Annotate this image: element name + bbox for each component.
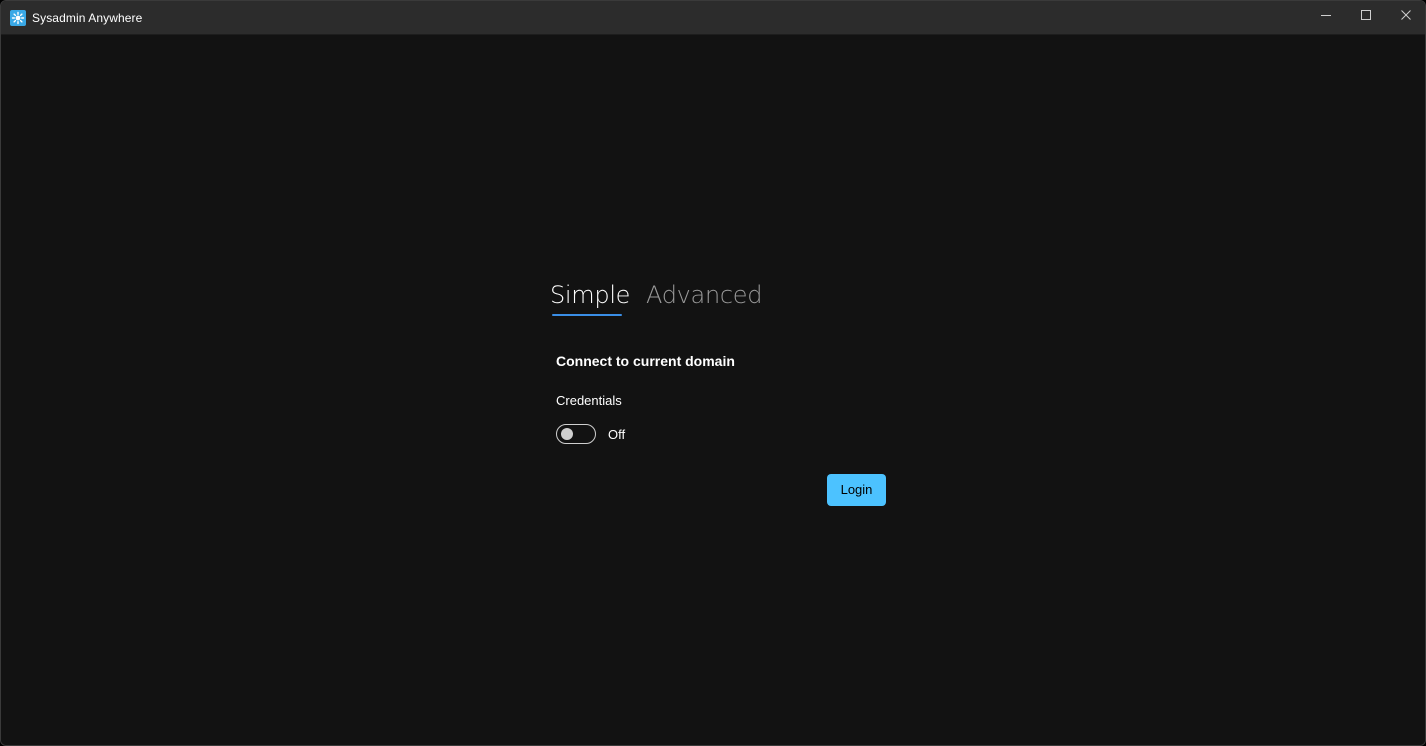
minimize-icon	[1321, 15, 1331, 16]
credentials-label: Credentials	[556, 393, 622, 408]
login-button[interactable]: Login	[827, 474, 886, 506]
tab-advanced[interactable]: Advanced	[646, 281, 762, 309]
section-title: Connect to current domain	[556, 353, 735, 369]
app-window: Sysadmin Anywhere Simple Advanced Connec…	[0, 0, 1426, 746]
minimize-button[interactable]	[1306, 1, 1346, 31]
title-bar[interactable]: Sysadmin Anywhere	[1, 1, 1425, 35]
login-panel: Simple Advanced Connect to current domai…	[1, 35, 1425, 745]
selected-tab-indicator	[552, 314, 622, 316]
gear-icon	[10, 10, 26, 26]
toggle-state-label: Off	[608, 427, 626, 442]
window-title: Sysadmin Anywhere	[32, 11, 143, 25]
maximize-icon	[1361, 10, 1371, 20]
close-button[interactable]	[1386, 1, 1425, 31]
tab-simple[interactable]: Simple	[550, 281, 630, 309]
credentials-toggle[interactable]	[556, 424, 596, 444]
maximize-button[interactable]	[1346, 1, 1386, 31]
toggle-knob	[561, 428, 573, 440]
close-icon	[1401, 10, 1411, 20]
